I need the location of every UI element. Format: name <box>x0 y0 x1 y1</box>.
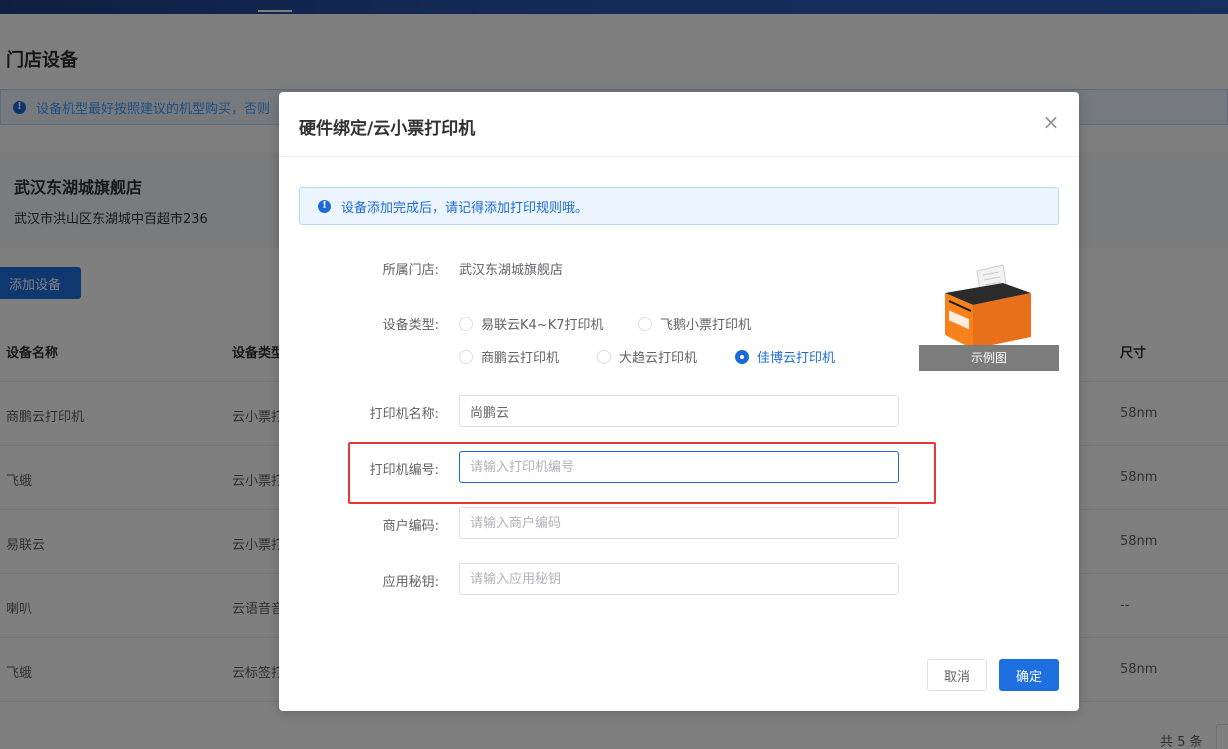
radio-circle <box>735 349 749 364</box>
radio-label: 易联云K4~K7打印机 <box>481 318 604 333</box>
store-label: 所属门店: <box>382 263 439 278</box>
example-image: 示例图 <box>919 257 1059 371</box>
radio-daqu-printer[interactable]: 大趋云打印机 <box>597 347 697 366</box>
cancel-button[interactable]: 取消 <box>927 659 987 691</box>
rule-reminder-text: 设备添加完成后，请记得添加打印规则哦。 <box>341 200 589 216</box>
radio-label: 佳博云打印机 <box>757 351 836 366</box>
radio-circle <box>459 349 473 364</box>
radio-circle <box>597 349 611 364</box>
confirm-button[interactable]: 确定 <box>999 659 1059 691</box>
printer-name-input[interactable] <box>459 395 899 427</box>
info-icon: ! <box>318 199 331 213</box>
example-caption: 示例图 <box>919 345 1059 371</box>
device-type-label: 设备类型: <box>382 318 439 333</box>
rule-reminder-alert: ! 设备添加完成后，请记得添加打印规则哦。 <box>299 187 1059 225</box>
merchant-code-input[interactable] <box>459 507 899 539</box>
hardware-binding-dialog: 硬件绑定/云小票打印机 × ! 设备添加完成后，请记得添加打印规则哦。 所属门店… <box>279 92 1079 711</box>
radio-yilianyun-k4-k7[interactable]: 易联云K4~K7打印机 <box>459 314 604 333</box>
radio-label: 飞鹅小票打印机 <box>660 318 752 333</box>
printer-name-label: 打印机名称: <box>369 407 439 422</box>
dialog-title: 硬件绑定/云小票打印机 <box>299 119 476 139</box>
printer-number-label: 打印机编号: <box>369 463 439 478</box>
app-secret-input[interactable] <box>459 563 899 595</box>
radio-label: 大趋云打印机 <box>619 351 698 366</box>
radio-feie-printer[interactable]: 飞鹅小票打印机 <box>638 314 751 333</box>
radio-label: 商鹏云打印机 <box>481 351 560 366</box>
merchant-code-label: 商户编码: <box>382 519 439 534</box>
dialog-header: 硬件绑定/云小票打印机 × <box>279 92 1079 157</box>
radio-jiabo-printer[interactable]: 佳博云打印机 <box>735 347 835 366</box>
radio-circle <box>638 316 652 331</box>
printer-number-input[interactable] <box>459 451 899 483</box>
close-icon[interactable]: × <box>1041 112 1061 132</box>
radio-shangpengyun-printer[interactable]: 商鹏云打印机 <box>459 347 559 366</box>
radio-circle <box>459 316 473 331</box>
store-value: 武汉东湖城旗舰店 <box>459 263 564 278</box>
app-secret-label: 应用秘钥: <box>382 575 439 590</box>
